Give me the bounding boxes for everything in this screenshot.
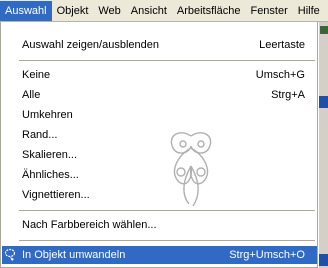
menu-item-label: Nach Farbbereich wählen... [22, 219, 157, 231]
menu-item-label: Rand... [22, 129, 58, 141]
butterfly-watermark-icon [170, 132, 212, 207]
menu-item-umkehren[interactable]: Umkehren [2, 106, 317, 124]
menu-item-shortcut: Strg+Umsch+O [229, 249, 305, 261]
menu-item-label: In Objekt umwandeln [22, 249, 126, 261]
menu-item-label: Alle [22, 89, 41, 101]
menu-objekt[interactable]: Objekt [52, 1, 94, 21]
menu-web[interactable]: Web [93, 1, 125, 21]
menu-item-nach-farbbereich[interactable]: Nach Farbbereich wählen... [2, 216, 317, 234]
menu-item-aehnliches[interactable]: Ähnliches... [2, 166, 317, 184]
background-titlebar [319, 254, 328, 266]
menu-item-label: Auswahl zeigen/ausblenden [22, 39, 159, 51]
menu-separator [19, 240, 315, 241]
menu-item-label: Umkehren [22, 109, 73, 121]
menu-item-rand[interactable]: Rand... [2, 126, 317, 144]
background-checkbox [320, 26, 328, 34]
menu-hilfe[interactable]: Hilfe [293, 1, 325, 21]
menu-separator [19, 60, 315, 61]
menu-item-label: Skalieren... [22, 149, 78, 161]
menu-item-shortcut: Strg+A [271, 89, 305, 101]
background-panel [318, 22, 328, 268]
menu-item-label: Vignettieren... [22, 189, 90, 201]
menu-item-keine[interactable]: Keine Umsch+G [2, 66, 317, 84]
lasso-selection-icon [4, 248, 16, 261]
auswahl-dropdown-menu: Auswahl zeigen/ausblenden Leertaste Kein… [0, 22, 318, 268]
menu-item-alle[interactable]: Alle Strg+A [2, 86, 317, 104]
menu-item-label: Keine [22, 69, 51, 81]
background-titlebar [319, 96, 328, 108]
menu-item-shortcut: Umsch+G [255, 69, 305, 81]
menu-auswahl[interactable]: Auswahl [0, 0, 52, 21]
menu-arbeitsflaeche[interactable]: Arbeitsfläche [172, 1, 246, 21]
menu-bar: Auswahl Objekt Web Ansicht Arbeitsfläche… [0, 0, 328, 22]
menu-ansicht[interactable]: Ansicht [126, 1, 172, 21]
menu-item-skalieren[interactable]: Skalieren... [2, 146, 317, 164]
menu-fenster[interactable]: Fenster [245, 1, 292, 21]
menu-item-in-objekt-umwandeln[interactable]: In Objekt umwandeln Strg+Umsch+O [2, 246, 317, 264]
menu-item-vignettieren[interactable]: Vignettieren... [2, 186, 317, 204]
menu-item-label: Ähnliches... [22, 169, 79, 181]
menu-item-shortcut: Leertaste [259, 39, 305, 51]
menu-item-auswahl-zeigen[interactable]: Auswahl zeigen/ausblenden Leertaste [2, 36, 317, 54]
